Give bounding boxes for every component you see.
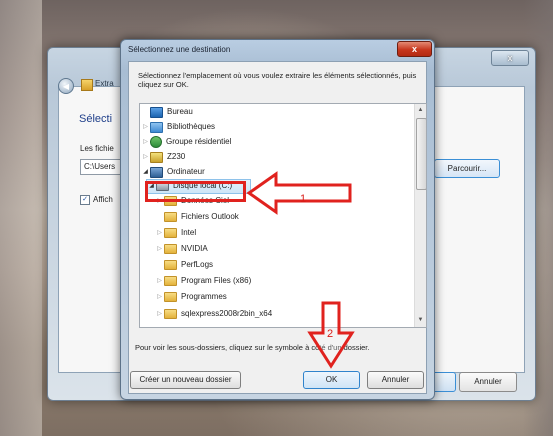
folder-icon bbox=[164, 276, 177, 286]
wizard-title: Extra bbox=[95, 79, 114, 88]
folder-icon bbox=[164, 212, 177, 222]
back-arrow-icon[interactable]: ◀ bbox=[58, 78, 74, 94]
destination-path-field[interactable]: C:\Users bbox=[80, 159, 125, 175]
tree-item-label: Groupe résidentiel bbox=[166, 137, 232, 146]
tree-item-nvidia[interactable]: ▷ NVIDIA bbox=[156, 242, 208, 256]
step-1-label: 1 bbox=[300, 193, 307, 205]
expand-arrow-icon[interactable]: ▷ bbox=[156, 226, 163, 240]
tree-item-programmes[interactable]: ▷ Programmes bbox=[156, 290, 227, 304]
tree-item-label: Z230 bbox=[167, 152, 186, 161]
expand-arrow-icon[interactable]: ▷ bbox=[156, 242, 163, 256]
highlight-box-drive bbox=[145, 181, 246, 202]
tree-item-ordinateur[interactable]: ◢ Ordinateur bbox=[142, 165, 205, 179]
dialog-instruction: Sélectionnez l'emplacement où vous voule… bbox=[138, 71, 417, 89]
tree-item-bureau[interactable]: Bureau bbox=[142, 105, 193, 119]
files-label: Les fichie bbox=[80, 144, 114, 153]
expand-arrow-icon[interactable]: ▷ bbox=[142, 120, 149, 134]
folder-icon bbox=[164, 228, 177, 238]
show-files-checkbox[interactable]: ✓ bbox=[80, 195, 90, 205]
ok-button[interactable]: OK bbox=[303, 371, 360, 389]
expand-arrow-icon[interactable]: ▷ bbox=[156, 274, 163, 288]
wizard-cancel-button[interactable]: Annuler bbox=[459, 372, 517, 392]
new-folder-button[interactable]: Créer un nouveau dossier bbox=[130, 371, 241, 389]
tree-item-label: sqlexpress2008r2bin_x64 bbox=[181, 309, 273, 318]
dialog-close-button[interactable]: x bbox=[397, 41, 432, 57]
tree-item-label: PerfLogs bbox=[181, 260, 214, 269]
show-files-label: Affich bbox=[93, 195, 113, 204]
tree-item-label: Intel bbox=[181, 228, 197, 237]
tree-item-label: Bureau bbox=[167, 107, 193, 116]
homegroup-icon bbox=[150, 136, 162, 148]
folder-icon bbox=[164, 244, 177, 254]
browse-button[interactable]: Parcourir... bbox=[434, 159, 500, 178]
tree-scrollbar[interactable]: ▲ ▼ bbox=[414, 104, 426, 327]
folder-icon bbox=[164, 260, 177, 270]
tree-item-groupe-residentiel[interactable]: ▷ Groupe résidentiel bbox=[142, 135, 231, 149]
tree-item-label: Bibliothèques bbox=[167, 122, 216, 131]
tree-item-label: Fichiers Outlook bbox=[181, 212, 239, 221]
expand-arrow-icon[interactable]: ▷ bbox=[142, 135, 149, 149]
collapse-arrow-icon[interactable]: ◢ bbox=[142, 165, 149, 179]
tree-item-label: Ordinateur bbox=[167, 167, 205, 176]
computer-icon bbox=[150, 166, 163, 178]
desktop-edge-left bbox=[0, 0, 42, 436]
scroll-thumb[interactable] bbox=[416, 118, 426, 190]
zip-folder-icon bbox=[81, 79, 93, 91]
tree-item-program-files-x86[interactable]: ▷ Program Files (x86) bbox=[156, 274, 251, 288]
expand-arrow-icon[interactable]: ▷ bbox=[156, 290, 163, 304]
dialog-title: Sélectionnez une destination bbox=[128, 45, 231, 54]
tree-item-label: NVIDIA bbox=[181, 244, 208, 253]
expand-arrow-icon[interactable]: ▷ bbox=[142, 150, 149, 164]
tree-item-sqlexpress[interactable]: ▷ sqlexpress2008r2bin_x64 bbox=[156, 307, 272, 321]
expand-arrow-icon[interactable]: ▷ bbox=[156, 307, 163, 321]
folder-icon bbox=[164, 292, 177, 302]
folder-icon bbox=[164, 309, 177, 319]
tree-item-label: Program Files (x86) bbox=[181, 276, 252, 285]
libraries-icon bbox=[150, 121, 163, 133]
tree-item-z230[interactable]: ▷ Z230 bbox=[142, 150, 185, 164]
tree-item-intel[interactable]: ▷ Intel bbox=[156, 226, 196, 240]
wizard-close-button[interactable]: x bbox=[491, 50, 529, 66]
scroll-down-icon[interactable]: ▼ bbox=[416, 315, 425, 325]
step-2-label: 2 bbox=[327, 328, 334, 340]
dialog-cancel-button[interactable]: Annuler bbox=[367, 371, 424, 389]
scroll-up-icon[interactable]: ▲ bbox=[416, 105, 425, 115]
desktop-icon bbox=[150, 106, 163, 118]
tree-item-fichiers-outlook[interactable]: Fichiers Outlook bbox=[156, 210, 239, 224]
tree-item-perflogs[interactable]: PerfLogs bbox=[156, 258, 213, 272]
user-folder-icon bbox=[150, 151, 163, 163]
tree-item-bibliotheques[interactable]: ▷ Bibliothèques bbox=[142, 120, 215, 134]
tree-item-label: Programmes bbox=[181, 292, 227, 301]
wizard-heading: Sélecti bbox=[79, 113, 113, 125]
